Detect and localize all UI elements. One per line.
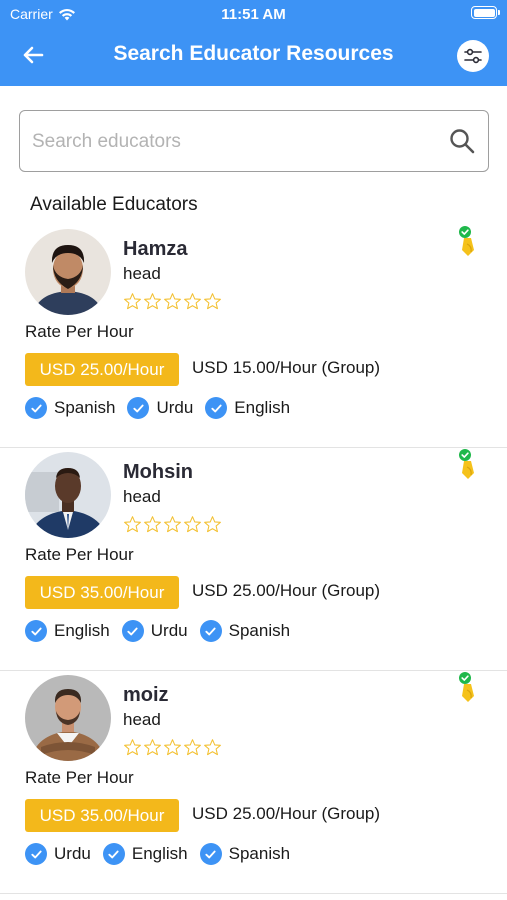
search-icon[interactable] xyxy=(448,127,476,155)
language-label: Urdu xyxy=(150,621,188,640)
star-icon xyxy=(144,739,161,756)
star-icon xyxy=(204,293,221,310)
rating-stars xyxy=(123,738,222,757)
price-badge: USD 25.00/Hour xyxy=(25,353,179,386)
avatar[interactable] xyxy=(25,452,111,538)
star-icon xyxy=(184,293,201,310)
checkmark-icon xyxy=(25,843,47,865)
educator-name: Hamza xyxy=(123,238,188,260)
language-label: Urdu xyxy=(156,398,194,417)
language-label: English xyxy=(234,398,291,417)
star-icon xyxy=(164,516,181,533)
language-item: Urdu xyxy=(127,397,193,419)
language-item: English xyxy=(102,843,188,865)
section-title: Available Educators xyxy=(30,194,198,215)
checkmark-icon xyxy=(205,397,228,419)
language-list: Spanish Urdu English xyxy=(25,397,290,419)
star-icon xyxy=(164,293,181,310)
educator-name: Mohsin xyxy=(123,461,193,483)
rate-label: Rate Per Hour xyxy=(25,545,134,564)
group-price: USD 25.00/Hour (Group) xyxy=(192,581,381,600)
educator-card[interactable]: moiz head Rate Per Hour USD 35.00/Hour U… xyxy=(0,670,507,894)
language-item: Urdu xyxy=(121,620,188,642)
search-input[interactable] xyxy=(32,127,432,157)
checkmark-icon xyxy=(199,843,222,865)
star-icon xyxy=(184,516,201,533)
language-label: Urdu xyxy=(54,844,91,863)
rate-label: Rate Per Hour xyxy=(25,322,134,341)
rate-label: Rate Per Hour xyxy=(25,768,134,787)
language-item: Spanish xyxy=(199,620,291,642)
language-item: English xyxy=(205,397,290,419)
checkmark-icon xyxy=(102,843,125,865)
group-price: USD 15.00/Hour (Group) xyxy=(192,358,381,377)
language-list: English Urdu Spanish xyxy=(25,620,290,642)
educator-role: head xyxy=(123,487,161,506)
educator-card[interactable]: Hamza head Rate Per Hour USD 25.00/Hour … xyxy=(0,224,507,448)
checkmark-icon xyxy=(25,397,47,419)
status-time: 11:51 AM xyxy=(221,6,286,23)
language-label: Spanish xyxy=(54,398,116,417)
rating-stars xyxy=(123,515,222,534)
star-icon xyxy=(124,739,141,756)
educator-card[interactable]: Mohsin head Rate Per Hour USD 35.00/Hour… xyxy=(0,447,507,671)
star-icon xyxy=(204,739,221,756)
price-badge: USD 35.00/Hour xyxy=(25,799,179,832)
sliders-icon xyxy=(464,48,482,64)
star-icon xyxy=(204,516,221,533)
language-label: Spanish xyxy=(228,621,291,640)
header-bar: Carrier 11:51 AM Search Educator Resourc… xyxy=(0,0,507,86)
star-icon xyxy=(144,516,161,533)
verified-location-icon xyxy=(456,447,478,481)
star-icon xyxy=(164,739,181,756)
verified-location-icon xyxy=(456,670,478,704)
price-badge: USD 35.00/Hour xyxy=(25,576,179,609)
language-item: Spanish xyxy=(25,397,115,419)
educator-role: head xyxy=(123,264,161,283)
group-price: USD 25.00/Hour (Group) xyxy=(192,804,381,823)
verified-location-icon xyxy=(456,224,478,258)
language-item: English xyxy=(25,620,110,642)
language-item: Urdu xyxy=(25,843,91,865)
filter-button[interactable] xyxy=(457,40,489,72)
checkmark-icon xyxy=(25,620,47,642)
battery-icon xyxy=(471,6,500,19)
search-bar xyxy=(19,110,489,172)
star-icon xyxy=(184,739,201,756)
star-icon xyxy=(124,516,141,533)
language-label: Spanish xyxy=(228,844,291,863)
educator-name: moiz xyxy=(123,684,169,706)
avatar[interactable] xyxy=(25,229,111,315)
language-label: English xyxy=(54,621,110,640)
language-list: Urdu English Spanish xyxy=(25,843,290,865)
rating-stars xyxy=(123,292,222,311)
checkmark-icon xyxy=(199,620,222,642)
nav-bar: Search Educator Resources xyxy=(0,30,507,82)
language-item: Spanish xyxy=(199,843,291,865)
language-label: English xyxy=(131,844,188,863)
checkmark-icon xyxy=(127,397,150,419)
star-icon xyxy=(124,293,141,310)
educator-role: head xyxy=(123,710,161,729)
checkmark-icon xyxy=(121,620,144,642)
status-bar: Carrier 11:51 AM xyxy=(0,0,507,28)
star-icon xyxy=(144,293,161,310)
avatar[interactable] xyxy=(25,675,111,761)
page-title: Search Educator Resources xyxy=(113,42,394,65)
